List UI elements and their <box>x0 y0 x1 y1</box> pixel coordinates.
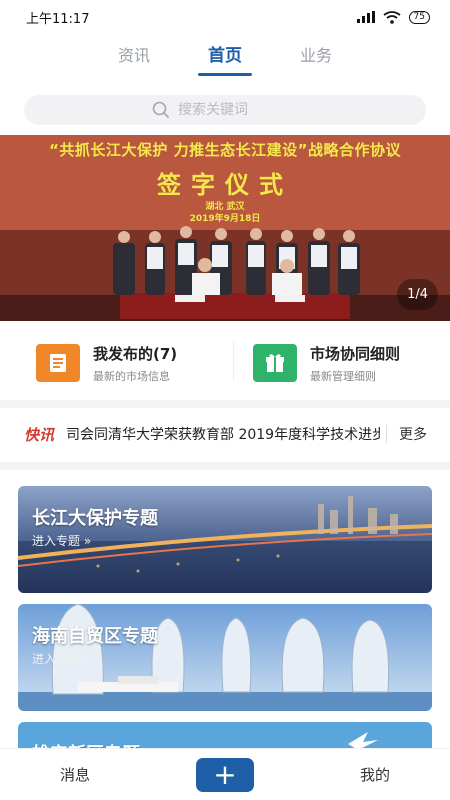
top-tabs: 资讯 首页 业务 <box>0 40 450 82</box>
add-button[interactable]: + <box>196 757 254 792</box>
tab-business[interactable]: 业务 <box>300 40 332 76</box>
topic-card-yangtze[interactable]: 长江大保护专题 进入专题 » <box>18 486 432 593</box>
bottom-nav: 消息 + 我的 <box>0 748 450 800</box>
ticker-separator <box>386 425 387 443</box>
topic-card-title: 长江大保护专题 <box>32 508 158 529</box>
banner-date: 2019年9月18日 <box>189 214 261 224</box>
wifi-icon <box>383 10 401 24</box>
section-divider <box>0 400 450 408</box>
app-root: 上午11:17 75 资讯 首页 业务 搜索关键词 “共抓长江大保护 力推生态长… <box>0 0 450 800</box>
topic-card-link[interactable]: 进入专题 » <box>32 650 91 667</box>
quick-entries: 我发布的(7) 最新的市场信息 市场协同细则 最新管理细则 <box>0 335 450 391</box>
ticker-more-link[interactable]: 更多 <box>393 424 427 444</box>
market-rules-subtitle: 最新管理细则 <box>310 369 376 383</box>
market-rules-entry[interactable]: 市场协同细则 最新管理细则 <box>233 335 450 391</box>
nav-add[interactable]: + <box>150 757 300 792</box>
document-icon <box>36 344 80 382</box>
search-bar[interactable] <box>24 95 426 125</box>
my-published-entry[interactable]: 我发布的(7) 最新的市场信息 <box>0 335 233 391</box>
status-bar: 上午11:17 75 <box>0 0 450 34</box>
status-time: 上午11:17 <box>26 11 90 27</box>
nav-mine[interactable]: 我的 <box>300 764 450 785</box>
search-icon <box>152 101 170 119</box>
gift-icon <box>253 344 297 382</box>
topic-card-hainan[interactable]: 海南自贸区专题 进入专题 » <box>18 604 432 711</box>
topic-card-link[interactable]: 进入专题 » <box>32 532 91 549</box>
banner-headline: “共抓长江大保护 力推生态长江建设”战略合作协议 <box>49 141 401 159</box>
market-rules-title: 市场协同细则 <box>310 344 401 363</box>
status-icons: 75 <box>356 10 430 24</box>
my-published-title: 我发布的(7) <box>93 344 178 363</box>
search-input[interactable] <box>178 102 298 118</box>
banner-counter: 1/4 <box>397 279 438 310</box>
my-published-subtitle: 最新的市场信息 <box>93 369 170 383</box>
tab-news[interactable]: 资讯 <box>118 40 150 76</box>
topic-card-title: 海南自贸区专题 <box>32 626 158 647</box>
signal-icon <box>356 11 375 23</box>
banner-photo <box>0 135 450 321</box>
banner-subtitle: 签字仪式 <box>157 171 293 199</box>
tab-home[interactable]: 首页 <box>198 40 252 76</box>
news-ticker: 快讯 司会同清华大学荣获教育部 2019年度科学技术进步奖 更多 <box>0 412 450 456</box>
battery-icon: 75 <box>408 10 430 24</box>
section-divider <box>0 462 450 470</box>
nav-messages[interactable]: 消息 <box>0 764 150 785</box>
banner-carousel[interactable]: “共抓长江大保护 力推生态长江建设”战略合作协议 签字仪式 湖北 武汉 2019… <box>0 135 450 321</box>
ticker-tag: 快讯 <box>24 425 55 444</box>
ticker-headline[interactable]: 司会同清华大学荣获教育部 2019年度科学技术进步奖 <box>62 424 380 444</box>
